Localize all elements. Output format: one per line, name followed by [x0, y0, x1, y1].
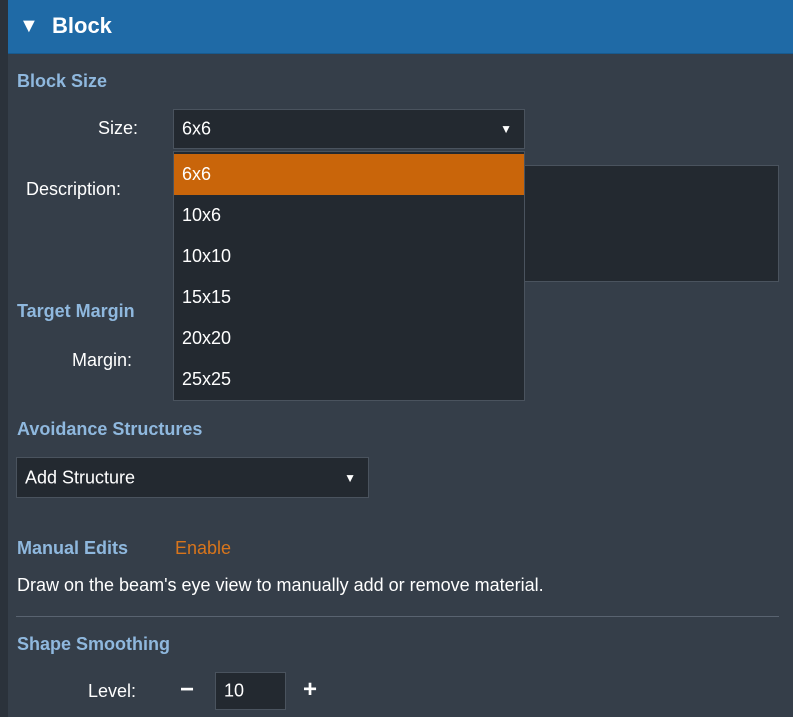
- size-option-15x15[interactable]: 15x15: [174, 277, 524, 318]
- shape-smoothing-label: Shape Smoothing: [17, 634, 170, 654]
- level-value: 10: [224, 680, 245, 701]
- size-option-6x6[interactable]: 6x6: [174, 154, 524, 195]
- margin-label: Margin:: [72, 350, 133, 370]
- target-margin-label: Target Margin: [17, 301, 135, 321]
- triangle-down-icon: ▼: [19, 15, 39, 37]
- size-select[interactable]: 6x6 ▼: [173, 109, 525, 149]
- size-dropdown-list: 6x6 10x6 10x10 15x15 20x20 25x25: [173, 151, 525, 401]
- add-structure-value: Add Structure: [25, 467, 136, 487]
- enable-link[interactable]: Enable: [175, 537, 231, 559]
- description-label: Description:: [26, 179, 122, 199]
- avoidance-structures-label: Avoidance Structures: [17, 419, 203, 439]
- section-title: Block: [52, 13, 112, 38]
- size-option-20x20[interactable]: 20x20: [174, 318, 524, 359]
- manual-edits-description: Draw on the beam's eye view to manually …: [17, 575, 544, 595]
- level-input[interactable]: 10: [215, 672, 286, 710]
- chevron-down-icon: ▼: [500, 122, 512, 136]
- block-section-header[interactable]: ▼ Block: [8, 0, 793, 54]
- level-label: Level:: [88, 681, 137, 701]
- add-structure-select[interactable]: Add Structure ▼: [16, 457, 369, 498]
- size-label: Size:: [98, 118, 139, 138]
- size-option-10x10[interactable]: 10x10: [174, 236, 524, 277]
- block-size-label: Block Size: [17, 71, 108, 91]
- size-select-value: 6x6: [182, 118, 212, 139]
- divider: [16, 616, 779, 617]
- size-option-25x25[interactable]: 25x25: [174, 359, 524, 400]
- increment-button[interactable]: +: [303, 677, 317, 703]
- manual-edits-label: Manual Edits: [17, 538, 129, 558]
- chevron-down-icon: ▼: [344, 470, 356, 485]
- size-option-10x6[interactable]: 10x6: [174, 195, 524, 236]
- decrement-button[interactable]: −: [180, 677, 194, 703]
